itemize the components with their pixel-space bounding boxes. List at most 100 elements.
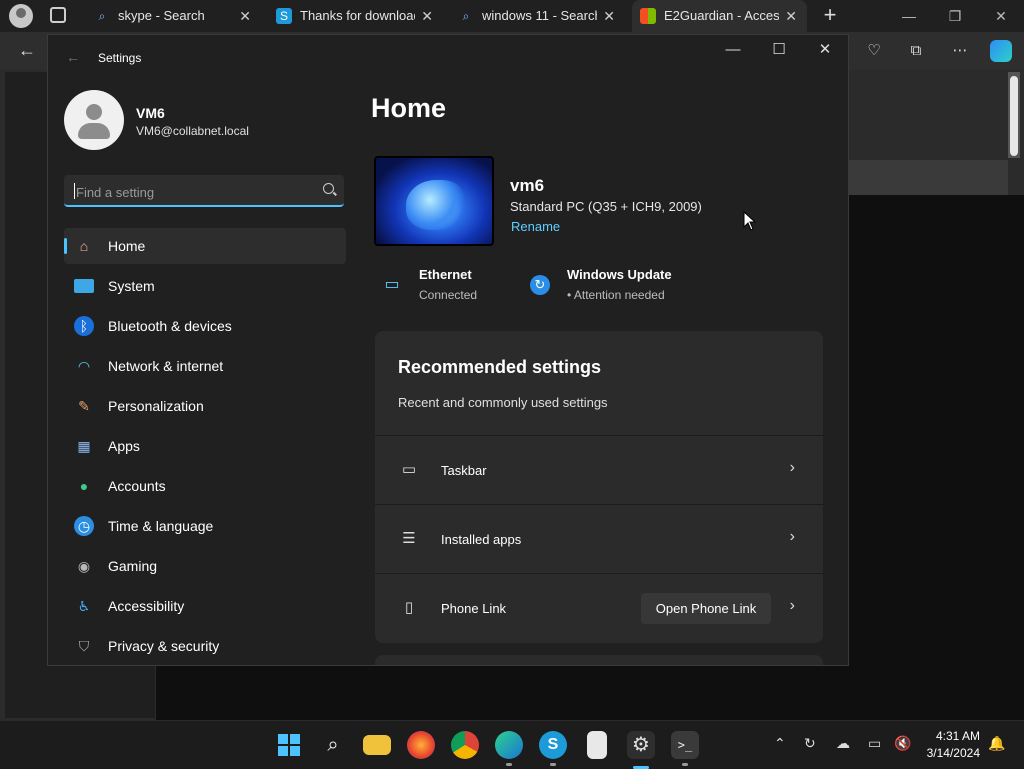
nav-item-home[interactable]: ⌂ Home	[64, 228, 346, 264]
shield-icon: ⛉	[78, 638, 90, 654]
firefox-icon[interactable]	[407, 731, 435, 759]
microsoft-icon	[640, 8, 656, 24]
window-title: Settings	[98, 51, 142, 65]
nav-label: Personalization	[108, 398, 204, 414]
recommended-row-installed-apps[interactable]: ☰ Installed apps ›	[375, 504, 823, 573]
nav-label: Network & internet	[108, 358, 224, 374]
nav-item-accessibility[interactable]: ♿ Accessibility	[64, 588, 346, 624]
settings-icon[interactable]: ⚙	[627, 731, 655, 759]
search-icon: ⌕	[98, 9, 106, 23]
rename-link[interactable]: Rename	[511, 219, 560, 234]
close-tab-icon[interactable]: ✕	[239, 0, 251, 32]
collections-icon[interactable]: ⧉	[904, 40, 928, 62]
tab-label: Thanks for downloading	[300, 8, 415, 23]
health-icon[interactable]: ♡	[862, 40, 886, 62]
taskbar: ⌕ S ⚙ >_ ⌃ ↻ ☁ ▭ 🔇 4:31 AM 3/14/2024 🔔	[0, 720, 1024, 769]
settings-titlebar: ← Settings — ☐ ✕	[48, 35, 848, 81]
clock-date[interactable]: 3/14/2024	[927, 746, 980, 760]
nav-item-privacy[interactable]: ⛉ Privacy & security	[64, 628, 346, 664]
search-icon[interactable]	[323, 183, 334, 194]
terminal-icon[interactable]: >_	[671, 731, 699, 759]
bloom-graphic	[406, 180, 466, 230]
start-icon[interactable]	[275, 731, 303, 759]
volume-muted-icon[interactable]: 🔇	[894, 735, 911, 752]
settings-search[interactable]	[64, 175, 344, 207]
nav-item-time-language[interactable]: ◷ Time & language	[64, 508, 346, 544]
browser-minimize-button[interactable]: —	[886, 0, 932, 32]
clock-time[interactable]: 4:31 AM	[936, 729, 980, 743]
nav-item-bluetooth[interactable]: ᛒ Bluetooth & devices	[64, 308, 346, 344]
new-tab-button[interactable]: +	[818, 3, 842, 27]
close-button[interactable]: ✕	[802, 35, 848, 67]
back-arrow-icon[interactable]: ←	[66, 49, 80, 65]
browser-restore-button[interactable]: ❐	[932, 0, 978, 32]
tab-label: windows 11 - Search	[482, 8, 597, 23]
pc-model: Standard PC (Q35 + ICH9, 2009)	[510, 199, 702, 214]
skype-icon: S	[276, 8, 292, 24]
brush-icon: ✎	[78, 398, 90, 414]
recommended-row-taskbar[interactable]: ▭ Taskbar ›	[375, 435, 823, 504]
user-email: VM6@collabnet.local	[136, 124, 249, 138]
browser-page-band	[848, 160, 1008, 196]
browser-scrollbar[interactable]	[1008, 72, 1020, 158]
gamepad-icon: ◉	[77, 558, 91, 574]
file-explorer-icon[interactable]	[363, 735, 391, 755]
tab-actions-icon[interactable]	[50, 7, 66, 23]
search-icon[interactable]: ⌕	[319, 731, 347, 759]
minimize-button[interactable]: —	[710, 35, 756, 67]
mouse-cursor-icon	[743, 211, 757, 231]
nav-item-network[interactable]: ◠ Network & internet	[64, 348, 346, 384]
pc-name: vm6	[510, 176, 545, 195]
recommended-row-phone-link[interactable]: ▯ Phone Link Open Phone Link ›	[375, 573, 823, 642]
browser-tab[interactable]: ⌕ skype - Search ✕	[86, 0, 261, 32]
nav-item-accounts[interactable]: ● Accounts	[64, 468, 346, 504]
close-tab-icon[interactable]: ✕	[603, 0, 615, 32]
chrome-icon[interactable]	[451, 731, 479, 759]
chevron-right-icon: ›	[789, 597, 795, 614]
profile-avatar[interactable]	[9, 4, 33, 28]
open-phone-link-button[interactable]: Open Phone Link	[641, 593, 771, 624]
browser-close-button[interactable]: ✕	[978, 0, 1024, 32]
chevron-up-icon[interactable]: ⌃	[774, 735, 786, 752]
more-icon[interactable]: ⋯	[948, 40, 972, 62]
copilot-icon[interactable]	[990, 40, 1012, 62]
row-label: Phone Link	[441, 601, 507, 616]
globe-clock-icon: ◷	[74, 516, 94, 536]
cloud-icon[interactable]: ☁	[836, 735, 850, 752]
page-title: Home	[371, 93, 447, 123]
windows-logo	[278, 734, 300, 756]
bell-icon[interactable]: 🔔	[988, 735, 1005, 752]
user-avatar[interactable]	[64, 90, 124, 150]
nav-label: Accounts	[108, 478, 166, 494]
notepad-icon[interactable]	[587, 731, 607, 759]
browser-tab-strip: ⌕ skype - Search ✕ S Thanks for download…	[0, 0, 1024, 32]
nav-label: Gaming	[108, 558, 158, 574]
running-indicator	[550, 763, 556, 766]
tab-label: E2Guardian - Access D	[664, 8, 779, 23]
apps-icon: ▦	[77, 438, 91, 454]
edge-icon[interactable]	[495, 731, 523, 759]
maximize-button[interactable]: ☐	[756, 35, 802, 67]
system-icon	[74, 279, 94, 293]
nav-item-gaming[interactable]: ◉ Gaming	[64, 548, 346, 584]
network-icon[interactable]: ▭	[868, 735, 881, 752]
browser-tab-active[interactable]: E2Guardian - Access D ✕	[632, 0, 807, 32]
status-subtitle: • Attention needed	[567, 288, 665, 302]
nav-label: Time & language	[108, 518, 214, 534]
browser-tab[interactable]: S Thanks for downloading ✕	[268, 0, 443, 32]
bluetooth-icon: ᛒ	[74, 316, 94, 336]
status-subtitle: Connected	[419, 288, 478, 302]
tab-label: skype - Search	[118, 8, 205, 23]
nav-item-apps[interactable]: ▦ Apps	[64, 428, 346, 464]
nav-label: System	[108, 278, 155, 294]
browser-tab[interactable]: ⌕ windows 11 - Search ✕	[450, 0, 625, 32]
skype-icon[interactable]: S	[539, 731, 567, 759]
sync-tray-icon[interactable]: ↻	[804, 735, 816, 752]
running-indicator	[682, 763, 688, 766]
search-input[interactable]	[74, 181, 308, 203]
nav-item-personalization[interactable]: ✎ Personalization	[64, 388, 346, 424]
nav-item-system[interactable]: System	[64, 268, 346, 304]
close-tab-icon[interactable]: ✕	[785, 0, 797, 32]
back-arrow-icon[interactable]: ←	[18, 40, 36, 61]
close-tab-icon[interactable]: ✕	[421, 0, 433, 32]
